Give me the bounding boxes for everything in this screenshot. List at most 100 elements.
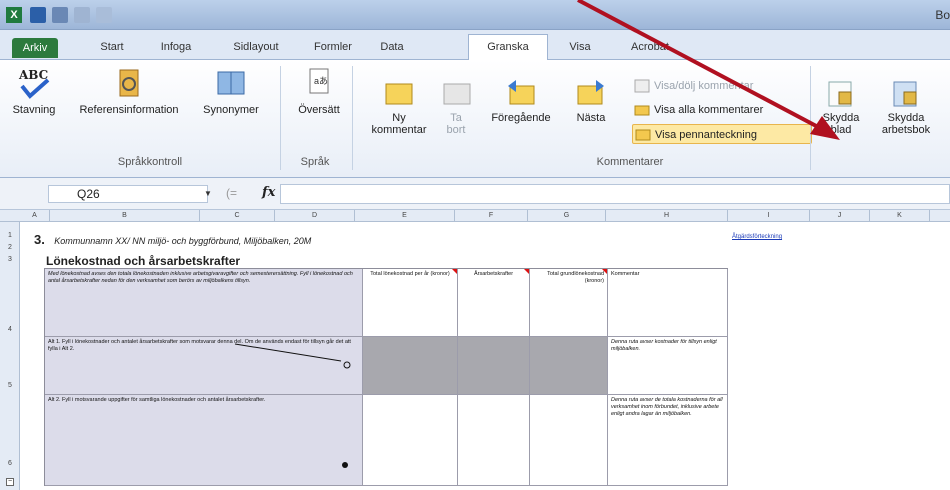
visa-pennanteckning-button[interactable]: Visa pennanteckning	[632, 124, 812, 144]
section-title: Lönekostnad och årsarbetskrafter	[46, 254, 241, 268]
stavning-button[interactable]: ABC Stavning	[4, 66, 64, 116]
translate-icon: aあ	[309, 68, 329, 94]
oversatt-label: Översätt	[298, 104, 340, 116]
window-title: Bok	[935, 8, 950, 22]
group-sprakkontroll-label: Språkkontroll	[117, 156, 183, 168]
row-headers: 1 2 3 4 5 6 −	[0, 222, 20, 490]
ribbon-granska: ABC Stavning Referensinformation Synonym…	[0, 60, 950, 178]
show-hide-comment-icon	[634, 79, 650, 93]
column-header[interactable]: H	[606, 210, 728, 222]
tab-data[interactable]: Data	[372, 36, 412, 60]
synonymer-button[interactable]: Synonymer	[196, 66, 266, 116]
insert-function-icon[interactable]: fx	[262, 185, 275, 200]
formula-bar: Q26 ▼ (= fx	[0, 178, 950, 210]
ta-bort-button[interactable]: Ta bort	[440, 80, 472, 136]
column-header[interactable]: A	[20, 210, 50, 222]
ta-bort-label: Ta bort	[446, 112, 466, 136]
nasta-button[interactable]: Nästa	[566, 80, 616, 124]
referensinformation-label: Referensinformation	[79, 104, 179, 116]
tab-acrobat[interactable]: Acrobat	[620, 36, 680, 60]
heading-text: Kommunnamn XX/ NN miljö- och byggförbund…	[54, 236, 312, 246]
svg-text:aあ: aあ	[314, 76, 328, 86]
row-header[interactable]: 2	[0, 244, 20, 251]
heading-number: 3.	[34, 232, 45, 247]
name-box[interactable]: Q26	[48, 185, 208, 203]
column-header[interactable]: C	[200, 210, 275, 222]
visa-dolj-kommentar-button[interactable]: Visa/dölj kommentar	[632, 76, 753, 96]
group-sprak-label: Språk	[300, 156, 330, 168]
group-separator	[280, 66, 281, 170]
column-header[interactable]: K	[870, 210, 930, 222]
thesaurus-icon	[217, 71, 245, 95]
column-header[interactable]: E	[355, 210, 455, 222]
stavning-label: Stavning	[12, 104, 56, 116]
column-header[interactable]: D	[275, 210, 355, 222]
show-ink-icon	[635, 129, 651, 141]
worksheet[interactable]: A B C D E F G H I J K 1 2 3 4 5 6 − 3. K…	[0, 210, 950, 490]
title-bar: X Bok	[0, 0, 950, 30]
row-header[interactable]: 1	[0, 232, 20, 239]
nasta-label: Nästa	[576, 112, 606, 124]
group-separator	[352, 66, 353, 170]
save-icon[interactable]	[30, 7, 46, 23]
group-separator	[810, 66, 811, 170]
undo-icon[interactable]	[52, 7, 68, 23]
row-header[interactable]: 5	[0, 382, 20, 389]
column-header[interactable]: I	[728, 210, 810, 222]
column-headers: A B C D E F G H I J K	[0, 210, 950, 222]
visa-pennanteckning-label: Visa pennanteckning	[655, 129, 757, 141]
protect-sheet-icon	[828, 81, 852, 107]
tab-visa[interactable]: Visa	[560, 36, 600, 60]
column-header[interactable]: F	[455, 210, 528, 222]
ny-kommentar-label: Ny kommentar	[371, 112, 427, 136]
ny-kommentar-button[interactable]: Ny kommentar	[366, 80, 432, 136]
svg-text:ABC: ABC	[18, 68, 48, 82]
synonymer-label: Synonymer	[203, 104, 259, 116]
outline-collapse-icon[interactable]: −	[6, 478, 14, 486]
show-all-comments-icon	[634, 105, 650, 116]
hyperlink[interactable]: Åtgärdsförteckning	[732, 234, 782, 240]
ribbon-tabs: Arkiv Start Infoga Sidlayout Formler Dat…	[0, 30, 950, 61]
redo-icon[interactable]	[74, 7, 90, 23]
excel-window: X Bok Arkiv Start Infoga Sidlayout Forml…	[0, 0, 950, 490]
skydda-blad-label: Skydda blad	[822, 112, 860, 136]
sheet-heading: 3. Kommunnamn XX/ NN miljö- och byggförb…	[34, 232, 311, 247]
row-header[interactable]: 4	[0, 326, 20, 333]
excel-logo-icon[interactable]: X	[6, 7, 22, 23]
column-header[interactable]: G	[528, 210, 606, 222]
customize-qat-icon[interactable]	[96, 7, 112, 23]
referensinformation-button[interactable]: Referensinformation	[64, 66, 194, 116]
visa-dolj-label: Visa/dölj kommentar	[654, 80, 754, 92]
column-header[interactable]: J	[810, 210, 870, 222]
tab-infoga[interactable]: Infoga	[152, 36, 200, 60]
visa-alla-label: Visa alla kommentarer	[654, 104, 764, 116]
skydda-blad-button[interactable]: Skydda blad	[818, 80, 864, 136]
protect-workbook-icon	[893, 81, 917, 107]
foregaende-button[interactable]: Föregående	[490, 80, 552, 124]
cancel-formula-icon[interactable]: (=	[226, 186, 237, 200]
tab-sidlayout[interactable]: Sidlayout	[224, 36, 288, 60]
delete-comment-icon	[443, 83, 471, 105]
spellcheck-icon: ABC	[18, 68, 50, 99]
skydda-arbetsbok-label: Skydda arbetsbok	[881, 112, 931, 136]
tab-arkiv[interactable]: Arkiv	[12, 38, 58, 58]
chevron-down-icon[interactable]: ▼	[204, 189, 212, 198]
tab-formler[interactable]: Formler	[308, 36, 358, 60]
visa-alla-kommentarer-button[interactable]: Visa alla kommentarer	[632, 100, 763, 120]
row-header[interactable]: 6	[0, 460, 20, 467]
previous-comment-icon	[508, 80, 535, 105]
next-comment-icon	[577, 80, 604, 105]
oversatt-button[interactable]: aあ Översätt	[294, 66, 344, 116]
data-table: Med lönekostnad avses den totala lönekos…	[44, 268, 728, 486]
column-header[interactable]: B	[50, 210, 200, 222]
tab-start[interactable]: Start	[92, 36, 132, 60]
foregaende-label: Föregående	[491, 112, 551, 124]
research-icon	[119, 69, 139, 97]
group-kommentarer-label: Kommentarer	[596, 156, 664, 168]
skydda-arbetsbok-button[interactable]: Skydda arbetsbok	[870, 80, 942, 136]
new-comment-icon	[385, 83, 413, 105]
row-header[interactable]: 3	[0, 256, 20, 263]
comment-connector	[234, 343, 351, 468]
tab-granska[interactable]: Granska	[468, 34, 548, 61]
formula-input[interactable]	[280, 184, 950, 204]
